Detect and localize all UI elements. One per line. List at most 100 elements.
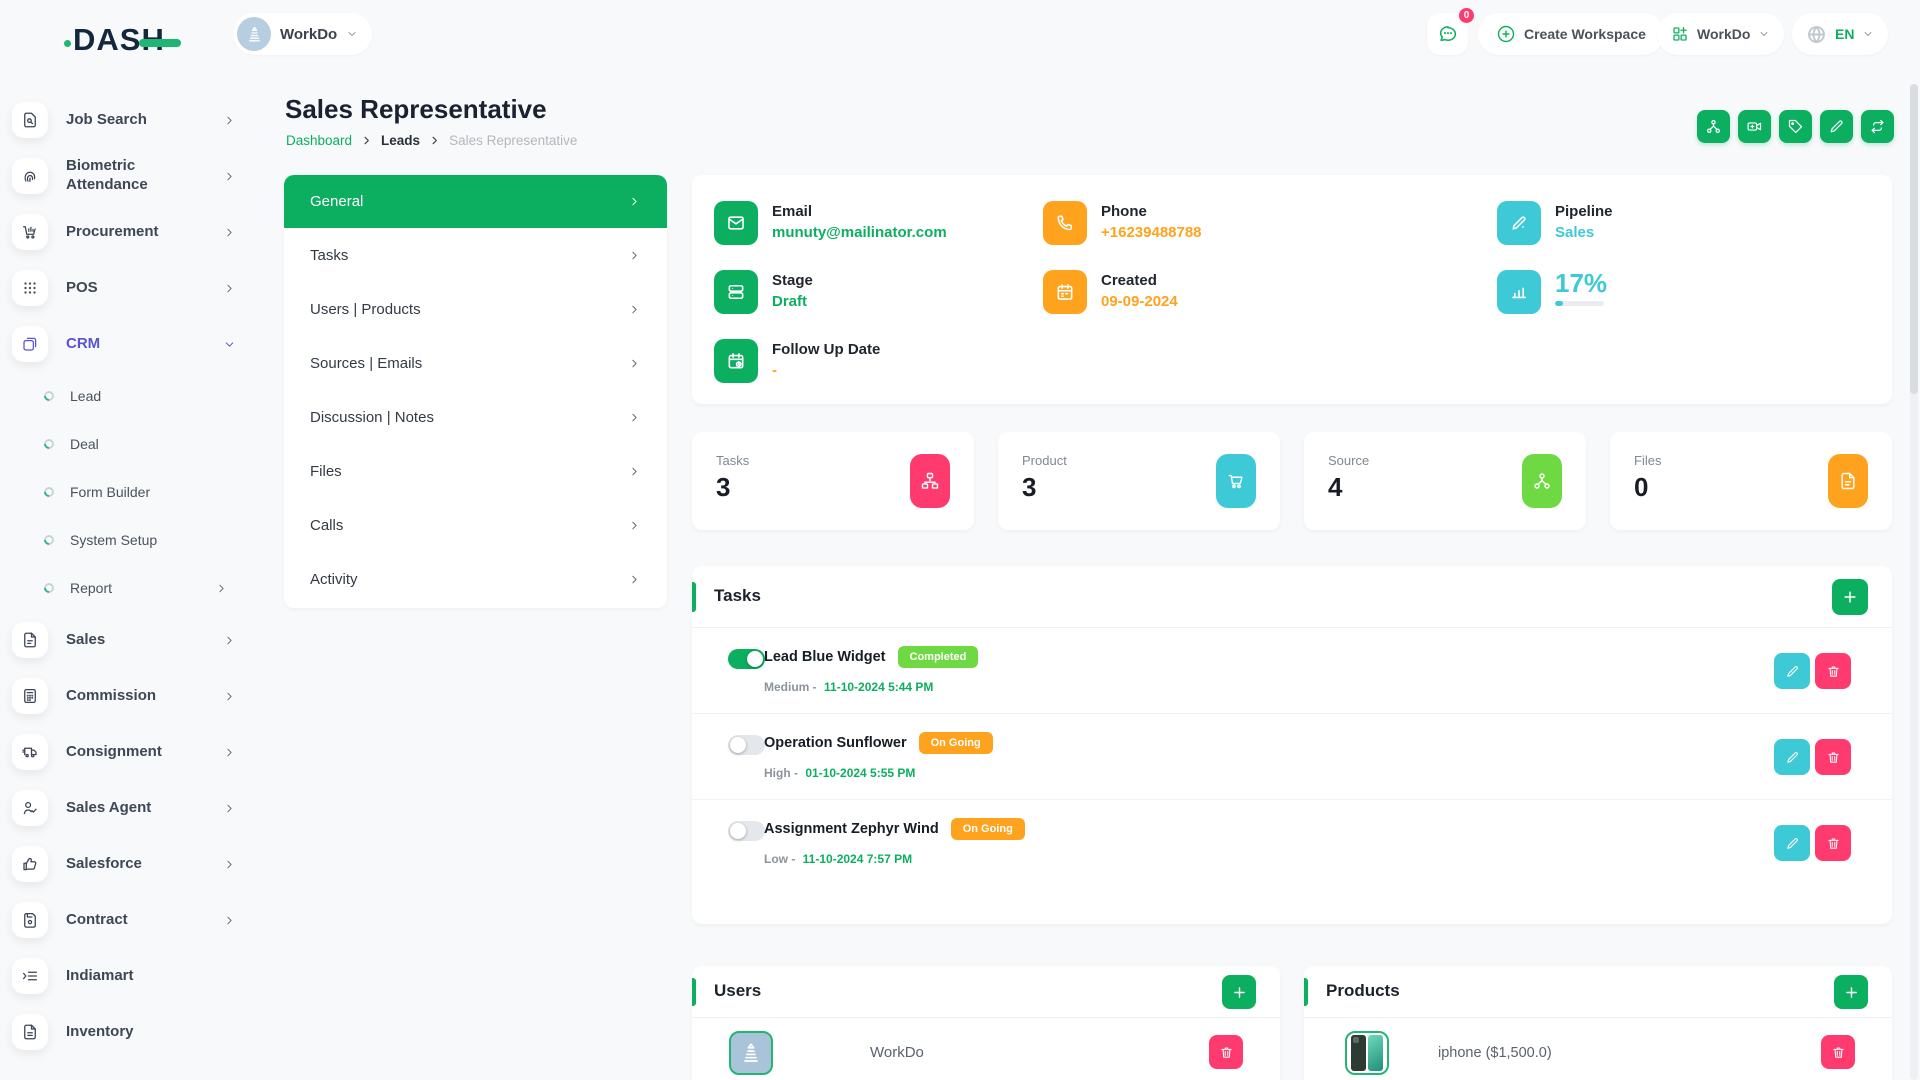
phone-label: Phone bbox=[1101, 201, 1202, 220]
sidebar-subitem-system-setup[interactable]: System Setup bbox=[12, 516, 264, 564]
chevron-right-icon bbox=[223, 746, 236, 759]
tasks-section: Tasks Lead Blue Widget Completed Medium … bbox=[692, 566, 1892, 924]
scrollbar-thumb[interactable] bbox=[1910, 84, 1918, 394]
tab-label: Tasks bbox=[310, 247, 348, 264]
sidebar-item-sales[interactable]: Sales bbox=[12, 612, 264, 668]
task-priority: High - bbox=[764, 766, 798, 780]
meeting-button[interactable] bbox=[1738, 110, 1771, 143]
task-complete-toggle[interactable] bbox=[728, 735, 765, 755]
workspace-switcher[interactable]: WorkDo bbox=[233, 13, 372, 55]
sidebar-item-consignment[interactable]: Consignment bbox=[12, 724, 264, 780]
toggle-knob bbox=[730, 823, 746, 839]
sidebar-subitem-deal[interactable]: Deal bbox=[12, 420, 264, 468]
indent-list-icon bbox=[12, 958, 48, 994]
sidebar-item-pos[interactable]: POS bbox=[12, 260, 264, 316]
tab-activity[interactable]: Activity bbox=[284, 552, 667, 606]
sidebar-item-procurement[interactable]: Procurement bbox=[12, 204, 264, 260]
sidebar-subitem-form-builder[interactable]: Form Builder bbox=[12, 468, 264, 516]
manage-users-button[interactable] bbox=[1697, 110, 1730, 143]
page-scrollbar[interactable] bbox=[1910, 84, 1918, 1080]
stat-value: 3 bbox=[1022, 472, 1036, 503]
sidebar-item-indiamart[interactable]: Indiamart bbox=[12, 948, 264, 1004]
convert-lead-button[interactable] bbox=[1861, 110, 1894, 143]
sidebar-subitem-report[interactable]: Report bbox=[12, 564, 264, 612]
iphone-image bbox=[1345, 1031, 1389, 1075]
tab-calls[interactable]: Calls bbox=[284, 498, 667, 552]
stat-value: 0 bbox=[1634, 472, 1648, 503]
progress-bar-fill bbox=[1555, 301, 1563, 306]
sidebar-item-contract[interactable]: Contract bbox=[12, 892, 264, 948]
breadcrumb-leads-link[interactable]: Leads bbox=[381, 133, 420, 148]
sidebar-item-biometric-attendance[interactable]: Biometric Attendance bbox=[12, 148, 264, 204]
tab-files[interactable]: Files bbox=[284, 444, 667, 498]
tab-label: General bbox=[310, 193, 363, 210]
add-product-button[interactable] bbox=[1834, 975, 1868, 1009]
logo-dash bbox=[139, 39, 181, 47]
edit-task-button[interactable] bbox=[1774, 653, 1810, 689]
sidebar-item-commission[interactable]: Commission bbox=[12, 668, 264, 724]
create-workspace-button[interactable]: Create Workspace bbox=[1478, 13, 1664, 55]
sidebar-subitem-lead[interactable]: Lead bbox=[12, 372, 264, 420]
task-complete-toggle[interactable] bbox=[728, 821, 765, 841]
calendar-icon bbox=[1043, 270, 1087, 314]
sidebar-subitem-label: Form Builder bbox=[70, 484, 150, 500]
sidebar-item-sales-agent[interactable]: Sales Agent bbox=[12, 780, 264, 836]
procurement-cart-icon bbox=[12, 214, 48, 250]
edit-task-button[interactable] bbox=[1774, 825, 1810, 861]
chevron-down-icon bbox=[1862, 28, 1874, 40]
email-value: munuty@mailinator.com bbox=[772, 224, 947, 241]
messenger-button[interactable]: 0 bbox=[1427, 13, 1468, 55]
add-task-button[interactable] bbox=[1832, 579, 1868, 615]
language-selector[interactable]: EN bbox=[1792, 13, 1888, 55]
delete-task-button[interactable] bbox=[1815, 739, 1851, 775]
person-check-icon bbox=[12, 790, 48, 826]
workspace-menu-dropdown[interactable]: WorkDo bbox=[1657, 13, 1784, 55]
tab-users-products[interactable]: Users | Products bbox=[284, 282, 667, 336]
bullet-ring-icon bbox=[42, 533, 56, 547]
delete-task-button[interactable] bbox=[1815, 653, 1851, 689]
tab-sources-emails[interactable]: Sources | Emails bbox=[284, 336, 667, 390]
sidebar-item-salesforce[interactable]: Salesforce bbox=[12, 836, 264, 892]
add-user-button[interactable] bbox=[1222, 975, 1256, 1009]
delete-task-button[interactable] bbox=[1815, 825, 1851, 861]
task-datetime: 11-10-2024 7:57 PM bbox=[803, 852, 912, 866]
pencil-icon bbox=[1828, 118, 1845, 135]
thumbs-up-icon bbox=[12, 846, 48, 882]
chat-bubble-icon bbox=[1437, 23, 1459, 45]
chevron-right-icon bbox=[223, 802, 236, 815]
product-row: iphone ($1,500.0) bbox=[1304, 1018, 1892, 1080]
sidebar-item-job-search[interactable]: Job Search bbox=[12, 92, 264, 148]
breadcrumb-current: Sales Representative bbox=[449, 133, 577, 148]
lead-action-buttons bbox=[1697, 110, 1894, 143]
grid-plus-icon bbox=[1671, 25, 1689, 43]
stat-label: Product bbox=[1022, 453, 1067, 468]
network-icon bbox=[1522, 454, 1562, 508]
delete-user-button[interactable] bbox=[1209, 1035, 1243, 1069]
task-complete-toggle[interactable] bbox=[728, 649, 765, 669]
toggle-knob bbox=[747, 651, 763, 667]
breadcrumb-dashboard-link[interactable]: Dashboard bbox=[286, 133, 352, 148]
bullet-ring-icon bbox=[42, 437, 56, 451]
delete-product-button[interactable] bbox=[1821, 1035, 1855, 1069]
tab-general[interactable]: General bbox=[284, 175, 667, 228]
edit-lead-button[interactable] bbox=[1820, 110, 1853, 143]
labels-button[interactable] bbox=[1779, 110, 1812, 143]
tab-discussion-notes[interactable]: Discussion | Notes bbox=[284, 390, 667, 444]
pen-icon bbox=[1497, 201, 1541, 245]
follow-up-value: - bbox=[772, 362, 880, 379]
chevron-right-icon bbox=[628, 411, 641, 424]
sidebar-item-crm[interactable]: CRM bbox=[12, 316, 264, 372]
edit-task-button[interactable] bbox=[1774, 739, 1810, 775]
sidebar-item-inventory[interactable]: Inventory bbox=[12, 1004, 264, 1060]
progress-info: 17% bbox=[1497, 270, 1607, 314]
logo-dot bbox=[64, 40, 71, 47]
phone-value: +16239488788 bbox=[1101, 224, 1202, 241]
tab-tasks[interactable]: Tasks bbox=[284, 228, 667, 282]
task-name: Assignment Zephyr Wind bbox=[764, 821, 939, 837]
stat-card-files: Files 0 bbox=[1610, 432, 1892, 530]
sales-document-icon bbox=[12, 622, 48, 658]
sidebar-item-label: POS bbox=[66, 279, 194, 298]
user-name: WorkDo bbox=[870, 1044, 924, 1061]
chevron-right-icon bbox=[223, 914, 236, 927]
task-priority: Low - bbox=[764, 852, 795, 866]
